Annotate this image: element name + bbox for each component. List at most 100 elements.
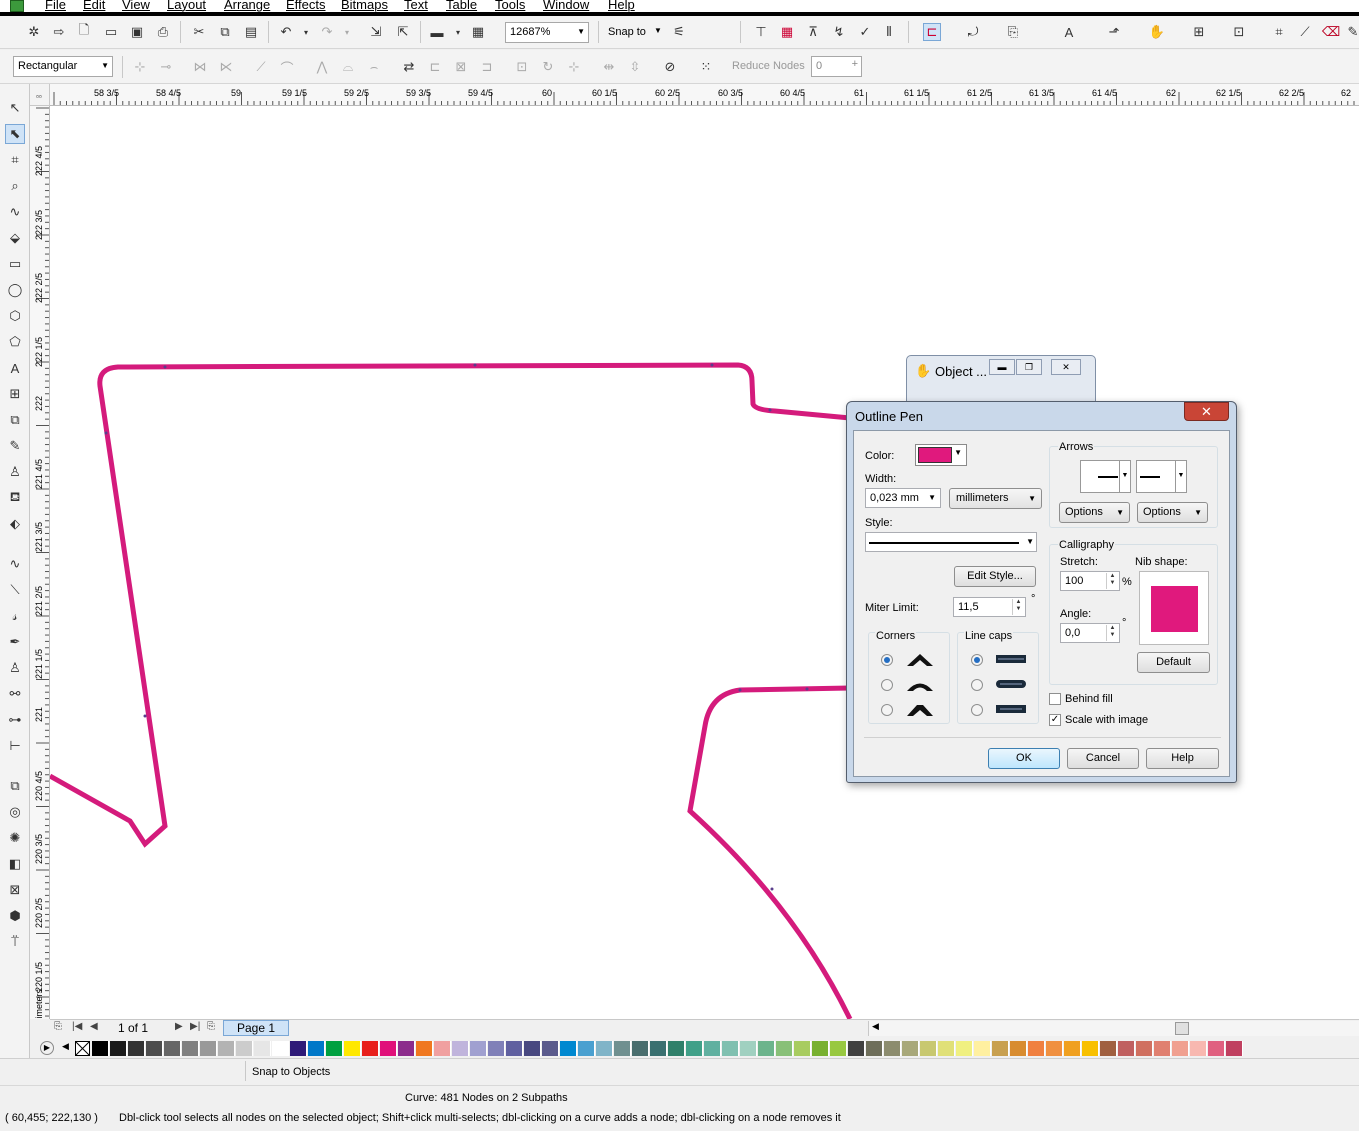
add-page-before-icon[interactable]: ⎘ — [54, 1021, 62, 1032]
angle-field[interactable]: 0,0 ▲ ▼ — [1060, 623, 1120, 643]
dimension-tool-icon[interactable]: ⊶ — [5, 710, 25, 730]
palette-swatch[interactable] — [794, 1041, 811, 1056]
palette-swatch[interactable] — [1172, 1041, 1189, 1056]
palette-swatch[interactable] — [686, 1041, 703, 1056]
undo-dropdown-icon[interactable]: ▾ — [297, 23, 315, 41]
palette-swatch[interactable] — [1118, 1041, 1135, 1056]
break-curve-icon[interactable]: ⋉ — [217, 58, 235, 76]
palette-swatch[interactable] — [146, 1041, 163, 1056]
palette-swatch[interactable] — [92, 1041, 109, 1056]
hand-icon[interactable]: ✋ — [1148, 23, 1166, 41]
palette-swatch[interactable] — [326, 1041, 343, 1056]
horizontal-ruler[interactable]: 58 3/5 58 4/5 59 59 1/5 59 2/5 59 3/5 59… — [50, 84, 1359, 106]
menu-text[interactable]: Text — [404, 0, 428, 12]
menu-window[interactable]: Window — [543, 0, 589, 12]
palette-scroll-icon[interactable]: ▶ — [40, 1041, 54, 1055]
palette-swatch[interactable] — [884, 1041, 901, 1056]
edit-style-button[interactable]: Edit Style... — [954, 566, 1036, 587]
crop-icon[interactable]: ⌗ — [1270, 23, 1288, 41]
palette-swatch[interactable] — [416, 1041, 433, 1056]
save-icon[interactable]: ▣ — [128, 23, 146, 41]
palette-swatch[interactable] — [1100, 1041, 1117, 1056]
palette-swatch[interactable] — [488, 1041, 505, 1056]
add-node-icon[interactable]: ⊹ — [131, 58, 149, 76]
brush-icon[interactable]: ✎ — [1344, 23, 1359, 41]
corner-round-radio[interactable] — [881, 679, 893, 691]
zoom-tool-icon[interactable]: ⌕ — [5, 176, 25, 196]
line-style-select[interactable]: ▼ — [865, 532, 1037, 552]
palette-swatch[interactable] — [362, 1041, 379, 1056]
menu-help[interactable]: Help — [608, 0, 635, 12]
selected-curve-path-1[interactable] — [50, 362, 851, 848]
palette-swatch[interactable] — [110, 1041, 127, 1056]
next-page-icon[interactable]: ▶ — [175, 1021, 183, 1032]
knife-icon[interactable]: ⟋ — [1296, 23, 1314, 41]
redo-icon[interactable]: ↷ — [318, 23, 336, 41]
smooth-node-icon[interactable]: ⌓ — [339, 58, 357, 76]
transform-icon[interactable]: ⤾ — [964, 23, 982, 41]
palette-swatch[interactable] — [848, 1041, 865, 1056]
palette-left-icon[interactable]: ◀ — [62, 1041, 69, 1052]
smooth-tool-icon[interactable]: ∿ — [5, 554, 25, 574]
symmetrical-node-icon[interactable]: ⌢ — [365, 58, 383, 76]
last-page-icon[interactable]: ▶| — [190, 1021, 200, 1032]
corner-miter-radio[interactable] — [881, 654, 893, 666]
freehand-tool-icon[interactable]: ∿ — [5, 202, 25, 222]
grid-icon[interactable]: ⊞ — [1190, 23, 1208, 41]
arrow-icon[interactable]: ↯ — [830, 23, 848, 41]
snap-to-button[interactable]: Snap to — [608, 26, 646, 38]
scale-with-image-checkbox[interactable]: ✓ — [1049, 714, 1061, 726]
menu-effects[interactable]: Effects — [286, 0, 326, 12]
palette-swatch[interactable] — [920, 1041, 937, 1056]
palette-swatch[interactable] — [974, 1041, 991, 1056]
crop-tool-icon[interactable]: ⌗ — [5, 150, 25, 170]
line-tool-icon[interactable]: ⟍ — [5, 580, 25, 600]
redo-dropdown-icon[interactable]: ▾ — [338, 23, 356, 41]
zoom-level-combo[interactable]: 12687% ▼ — [505, 22, 589, 43]
reflect-horizontal-icon[interactable]: ⇹ — [600, 58, 618, 76]
application-launcher-icon[interactable]: ▬ — [428, 23, 446, 41]
nib-shape-preview[interactable] — [1139, 571, 1209, 645]
launcher-icon[interactable]: ⇨ — [50, 23, 68, 41]
palette-swatch[interactable] — [758, 1041, 775, 1056]
palette-swatch[interactable] — [182, 1041, 199, 1056]
table-tool-icon[interactable]: ⊞ — [5, 384, 25, 404]
export-icon[interactable]: ⇱ — [394, 23, 412, 41]
palette-swatch[interactable] — [1028, 1041, 1045, 1056]
object-manager-window[interactable]: ✋ Object ... ▬ ❐ ✕ — [906, 355, 1096, 405]
welcome-icon[interactable]: ✲ — [25, 23, 43, 41]
pdf-icon[interactable]: ⎘ — [1004, 23, 1022, 41]
eraser-icon[interactable]: ⌫ — [1322, 23, 1340, 41]
artistic-media-icon[interactable]: 𝓈 — [5, 606, 25, 626]
behind-fill-checkbox[interactable] — [1049, 693, 1061, 705]
palette-swatch[interactable] — [1226, 1041, 1243, 1056]
end-arrow-select[interactable]: ▼ — [1136, 460, 1187, 493]
reflect-vertical-icon[interactable]: ⇳ — [626, 58, 644, 76]
spinner-icon[interactable]: ▲ ▼ — [1106, 625, 1118, 641]
paste-icon[interactable]: ▤ — [242, 23, 260, 41]
palette-swatch[interactable] — [398, 1041, 415, 1056]
barcode-icon[interactable]: ⦀ — [880, 23, 898, 41]
cap-round-radio[interactable] — [971, 679, 983, 691]
align-nodes-icon[interactable]: ⊹ — [565, 58, 583, 76]
width-field[interactable]: 0,023 mm ▼ — [865, 488, 941, 508]
envelope-tool-icon[interactable]: ⊠ — [5, 880, 25, 900]
palette-swatch[interactable] — [866, 1041, 883, 1056]
palette-swatch[interactable] — [1136, 1041, 1153, 1056]
palette-swatch[interactable] — [830, 1041, 847, 1056]
stretch-nodes-icon[interactable]: ⊐ — [478, 58, 496, 76]
palette-swatch[interactable] — [956, 1041, 973, 1056]
dynamic-guides-icon[interactable]: ⊏ — [923, 23, 941, 41]
palette-swatch[interactable] — [1046, 1041, 1063, 1056]
palette-swatch[interactable] — [938, 1041, 955, 1056]
menu-tools[interactable]: Tools — [495, 0, 525, 12]
shape-tool-icon[interactable]: ⬉ — [5, 124, 25, 144]
launcher-dropdown-icon[interactable]: ▾ — [449, 23, 467, 41]
rotate-nodes-icon[interactable]: ↻ — [539, 58, 557, 76]
palette-swatch[interactable] — [290, 1041, 307, 1056]
menu-file[interactable]: File — [45, 0, 66, 12]
palette-swatch[interactable] — [470, 1041, 487, 1056]
previous-page-icon[interactable]: ◀ — [90, 1021, 98, 1032]
publish-icon[interactable]: ⬏ — [1105, 23, 1123, 41]
reverse-direction-icon[interactable]: ⇄ — [400, 58, 418, 76]
